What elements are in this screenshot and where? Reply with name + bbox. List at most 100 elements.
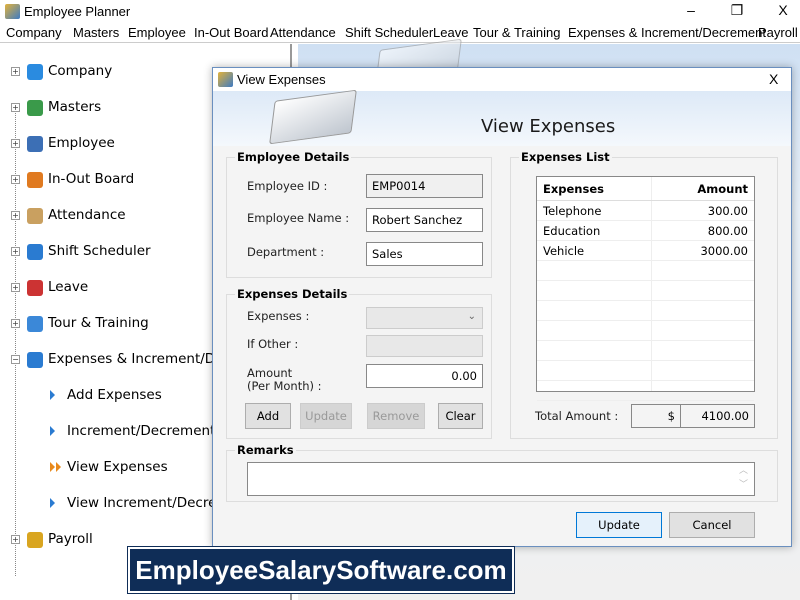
table-row[interactable]	[537, 341, 754, 361]
tree-item-label: Masters	[48, 99, 102, 115]
if-other-field[interactable]	[366, 335, 483, 357]
dialog-title: View Expenses	[237, 72, 326, 87]
app-icon	[5, 4, 20, 19]
menu-employee[interactable]: Employee	[128, 25, 186, 40]
employee-id-label: Employee ID :	[247, 179, 328, 193]
expenses-book-image	[269, 89, 357, 145]
amount-label: Amount	[247, 366, 293, 380]
table-row[interactable]	[537, 301, 754, 321]
group-title: Expenses List	[519, 150, 612, 164]
remarks-group: Remarks ︿ ﹀	[226, 443, 778, 502]
menu-masters[interactable]: Masters	[73, 25, 119, 40]
expense-name-cell: Education	[543, 224, 601, 238]
table-row[interactable]	[537, 321, 754, 341]
table-row[interactable]	[537, 381, 754, 401]
group-title: Employee Details	[235, 150, 352, 164]
update-button[interactable]: Update	[576, 512, 662, 538]
group-title: Remarks	[235, 443, 296, 457]
table-row[interactable]	[537, 261, 754, 281]
tree-child-label: Add Expenses	[67, 387, 162, 403]
scrollbar-arrows-icon[interactable]: ︿ ﹀	[739, 464, 748, 492]
table-row[interactable]: Education 800.00	[537, 221, 754, 241]
clipboard-icon	[27, 208, 43, 224]
expand-icon[interactable]: +	[11, 103, 20, 112]
expand-icon[interactable]: +	[11, 139, 20, 148]
remove-button[interactable]: Remove	[367, 403, 425, 429]
expand-icon[interactable]: +	[11, 247, 20, 256]
remarks-textarea[interactable]	[247, 462, 755, 496]
tree-item-label: In-Out Board	[48, 171, 135, 187]
table-row[interactable]	[537, 361, 754, 381]
menu-company[interactable]: Company	[6, 25, 62, 40]
arrow-icon	[50, 390, 55, 400]
menu-attendance[interactable]: Attendance	[270, 25, 336, 40]
expand-icon[interactable]: +	[11, 175, 20, 184]
if-other-label: If Other :	[247, 337, 299, 351]
header-amount[interactable]: Amount	[697, 182, 748, 196]
tree-item-label: Company	[48, 63, 113, 79]
update-expense-button[interactable]: Update	[300, 403, 352, 429]
add-button[interactable]: Add	[245, 403, 291, 429]
collapse-icon[interactable]: −	[11, 355, 20, 364]
department-field[interactable]: Sales	[366, 242, 483, 266]
tree-item-label: Leave	[48, 279, 89, 295]
expenses-details-group: Expenses Details Expenses : ⌄ If Other :…	[226, 287, 492, 439]
menu-in-out-board[interactable]: In-Out Board	[194, 25, 268, 40]
dialog-title-bar: View Expenses X	[213, 68, 791, 91]
employee-id-field[interactable]: EMP0014	[366, 174, 483, 198]
amount-cell: 3000.00	[700, 244, 748, 258]
employee-name-label: Employee Name :	[247, 211, 350, 225]
expenses-table: Expenses Amount Telephone 300.00 Education…	[536, 176, 755, 401]
total-amount-field: 4100.00	[680, 404, 755, 428]
menu-payroll[interactable]: Payroll	[758, 25, 798, 40]
amount-per-month-label: (Per Month) :	[247, 379, 322, 393]
tree-child-label: Increment/Decrement	[67, 423, 216, 439]
header-expenses[interactable]: Expenses	[543, 182, 604, 196]
menu-tour-training[interactable]: Tour & Training	[473, 25, 560, 40]
chevron-down-icon: ⌄	[467, 311, 476, 322]
view-expenses-dialog: View Expenses X View Expenses Employee D…	[212, 67, 792, 547]
plane-icon	[27, 316, 43, 332]
clock-icon	[27, 244, 43, 260]
dialog-icon	[218, 72, 233, 87]
expand-icon[interactable]: +	[11, 67, 20, 76]
expenses-label: Expenses :	[247, 309, 310, 323]
window-title: Employee Planner	[24, 4, 131, 19]
selected-arrow-icon	[56, 462, 61, 472]
amount-cell: 300.00	[707, 204, 748, 218]
table-row[interactable]: Telephone 300.00	[537, 201, 754, 221]
close-button[interactable]: X	[768, 2, 798, 20]
employee-name-field[interactable]: Robert Sanchez	[366, 208, 483, 232]
expand-icon[interactable]: +	[11, 319, 20, 328]
table-row[interactable]	[537, 281, 754, 301]
department-label: Department :	[247, 245, 325, 259]
table-header: Expenses Amount	[537, 177, 754, 201]
restore-button[interactable]: ❐	[722, 2, 752, 20]
amount-field[interactable]: 0.00	[366, 364, 483, 388]
arrows-icon	[27, 172, 43, 188]
minimize-button[interactable]: –	[676, 2, 706, 20]
selected-arrow-icon	[50, 462, 55, 472]
expand-icon[interactable]: +	[11, 211, 20, 220]
tree-item-label: Employee	[48, 135, 115, 151]
employee-details-group: Employee Details Employee ID : EMP0014 E…	[226, 150, 492, 278]
menu-shift-scheduler[interactable]: Shift Scheduler	[345, 25, 433, 40]
menu-bar: Company Masters Employee In-Out Board At…	[0, 22, 800, 43]
group-title: Expenses Details	[235, 287, 350, 301]
menu-expenses[interactable]: Expenses & Increment/Decrement	[568, 25, 766, 40]
arrow-icon	[50, 498, 55, 508]
expand-icon[interactable]: +	[11, 535, 20, 544]
expenses-select[interactable]: ⌄	[366, 307, 483, 329]
calendar-icon	[27, 280, 43, 296]
menu-leave[interactable]: Leave	[433, 25, 468, 40]
expense-name-cell: Vehicle	[543, 244, 585, 258]
clear-button[interactable]: Clear	[438, 403, 483, 429]
promo-banner: EmployeeSalarySoftware.com	[127, 546, 515, 594]
table-row[interactable]: Vehicle 3000.00	[537, 241, 754, 261]
currency-field: $	[631, 404, 681, 428]
cancel-button[interactable]: Cancel	[669, 512, 755, 538]
building-icon	[27, 64, 43, 80]
title-bar: Employee Planner – ❐ X	[0, 0, 800, 22]
dialog-close-button[interactable]: X	[769, 71, 778, 87]
expand-icon[interactable]: +	[11, 283, 20, 292]
